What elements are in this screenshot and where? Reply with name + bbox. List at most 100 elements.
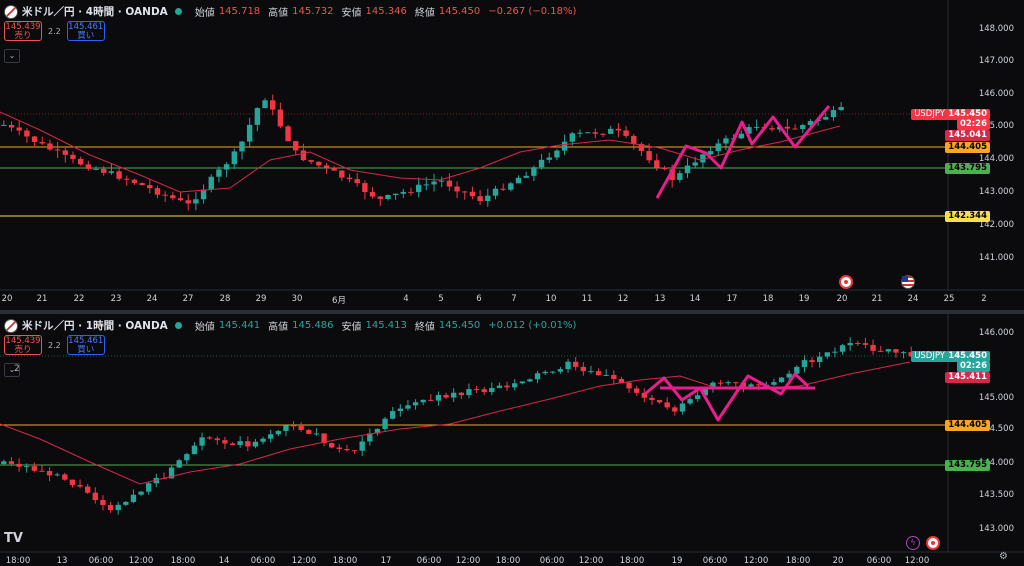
time-tick-label: 11 <box>581 294 593 304</box>
bolt-icon[interactable]: ϟ <box>906 536 920 550</box>
time-tick-label: 06:00 <box>88 556 114 566</box>
time-tick-label: 21 <box>36 294 48 304</box>
time-tick-label: 18:00 <box>495 556 521 566</box>
tradingview-logo[interactable]: TV <box>4 531 23 546</box>
buy-button[interactable]: 145.461 買い <box>66 335 105 355</box>
time-tick-label: 5 <box>438 294 444 304</box>
high-value: 145.486 <box>292 320 334 331</box>
time-tick-label: 4 <box>403 294 409 304</box>
trade-buttons: 145.439 売り 2.2 145.461 買い <box>4 21 105 41</box>
trade-buttons: 145.439 売り 2.2 145.461 買い <box>4 335 105 355</box>
sell-label: 売り <box>14 31 32 41</box>
symbol-title[interactable]: 米ドル／円 · 4時間 · OANDA <box>22 4 168 19</box>
open-label: 始値 <box>194 8 215 19</box>
open-label: 始値 <box>194 322 215 333</box>
open-value: 145.441 <box>218 320 261 331</box>
market-open-indicator <box>174 322 182 329</box>
ticker-tag: USDJPY <box>911 351 948 362</box>
time-tick-label: 17 <box>380 556 392 566</box>
time-tick-label: 18:00 <box>5 556 31 566</box>
price-tick-label: 146.000 <box>978 328 1014 338</box>
economic-event-icon[interactable] <box>839 275 853 289</box>
green-level-tag: 143.795 <box>945 163 990 174</box>
spread-value: 2.2 <box>48 340 61 350</box>
price-tick-label: 143.500 <box>978 490 1014 500</box>
time-tick-label: 30 <box>291 294 303 304</box>
time-tick-label: 29 <box>255 294 267 304</box>
price-tick-label: 147.000 <box>978 56 1014 66</box>
close-value: 145.450 <box>438 320 481 331</box>
orange-level-tag: 144.405 <box>945 142 990 153</box>
change-value: −0.267 (−0.18%) <box>488 6 577 17</box>
time-tick-label: 14 <box>218 556 230 566</box>
time-tick-label: 12:00 <box>904 556 930 566</box>
time-tick-label: 20 <box>832 556 844 566</box>
time-tick-label: 18:00 <box>785 556 811 566</box>
chart-bg <box>0 314 1024 566</box>
price-tick-label: 143.000 <box>978 187 1014 197</box>
countdown-tag: 02:26 <box>956 119 990 130</box>
time-tick-label: 18:00 <box>170 556 196 566</box>
symbol-header: 米ドル／円 · 1時間 · OANDA 始値 145.441 高値 145.486 … <box>4 318 576 333</box>
green-level-tag: 143.795 <box>945 460 990 471</box>
candle <box>778 377 785 383</box>
time-tick-label: 06:00 <box>702 556 728 566</box>
pane-index: 2 <box>14 364 20 374</box>
price-tick-label: 141.000 <box>978 253 1014 263</box>
time-tick-label: 28 <box>219 294 231 304</box>
us-flag-event-icon[interactable] <box>901 275 915 289</box>
price-tick-label: 143.000 <box>978 524 1014 534</box>
time-tick-label: 17 <box>726 294 738 304</box>
time-tick-label: 18:00 <box>619 556 645 566</box>
time-tick-label: 24 <box>907 294 919 304</box>
buy-button[interactable]: 145.461 買い <box>66 21 105 41</box>
time-tick-label: 20 <box>1 294 13 304</box>
settings-gear-icon[interactable]: ⚙ <box>999 551 1008 562</box>
sell-button[interactable]: 145.439 売り <box>4 21 42 41</box>
price-tick-label: 146.000 <box>978 89 1014 99</box>
time-tick-label: 19 <box>671 556 683 566</box>
sell-button[interactable]: 145.439 売り <box>4 335 42 355</box>
time-tick-label: 06:00 <box>416 556 442 566</box>
time-tick-label: 12:00 <box>128 556 154 566</box>
time-tick-label: 10 <box>545 294 557 304</box>
time-tick-label: 06:00 <box>866 556 892 566</box>
time-tick-label: 14 <box>689 294 701 304</box>
time-tick-label: 12:00 <box>455 556 481 566</box>
time-tick-label: 6 <box>476 294 482 304</box>
time-tick-label: 24 <box>146 294 158 304</box>
candlestick-chart-1h[interactable] <box>0 314 1024 566</box>
economic-event-icon[interactable] <box>926 536 940 550</box>
time-tick-label: 21 <box>871 294 883 304</box>
high-value: 145.732 <box>292 6 334 17</box>
orange-level-tag: 144.405 <box>945 420 990 431</box>
time-tick-label: 19 <box>798 294 810 304</box>
symbol-title[interactable]: 米ドル／円 · 1時間 · OANDA <box>22 318 168 333</box>
usdjpy-flag-icon <box>4 4 18 19</box>
time-tick-label: 13 <box>654 294 666 304</box>
chart-pane-4h[interactable]: 米ドル／円 · 4時間 · OANDA 始値 145.718 高値 145.732 … <box>0 0 1024 310</box>
time-tick-label: 20 <box>836 294 848 304</box>
time-tick-label: 12:00 <box>743 556 769 566</box>
close-value: 145.450 <box>438 6 481 17</box>
ticker-tag: USDJPY <box>911 109 948 120</box>
time-tick-label: 18:00 <box>332 556 358 566</box>
price-tick-label: 148.000 <box>978 24 1014 34</box>
spread-value: 2.2 <box>48 26 61 36</box>
buy-label: 買い <box>77 345 95 355</box>
price-tick-label: 145.000 <box>978 393 1014 403</box>
time-tick-label: 06:00 <box>250 556 276 566</box>
chart-pane-1h[interactable]: 米ドル／円 · 1時間 · OANDA 始値 145.441 高値 145.486 … <box>0 314 1024 566</box>
candlestick-chart-4h[interactable] <box>0 0 1024 310</box>
time-tick-label: 22 <box>73 294 85 304</box>
ma-value-tag: 145.041 <box>945 130 990 141</box>
buy-label: 買い <box>77 31 95 41</box>
time-tick-label: 06:00 <box>539 556 565 566</box>
candle <box>285 125 291 142</box>
low-label: 安値 <box>341 8 362 19</box>
time-tick-label: 23 <box>110 294 122 304</box>
countdown-tag: 02:26 <box>956 361 990 372</box>
chevron-down-icon[interactable]: ⌄ <box>4 49 20 63</box>
time-tick-label: 13 <box>56 556 68 566</box>
time-tick-label: 6月 <box>332 296 346 306</box>
